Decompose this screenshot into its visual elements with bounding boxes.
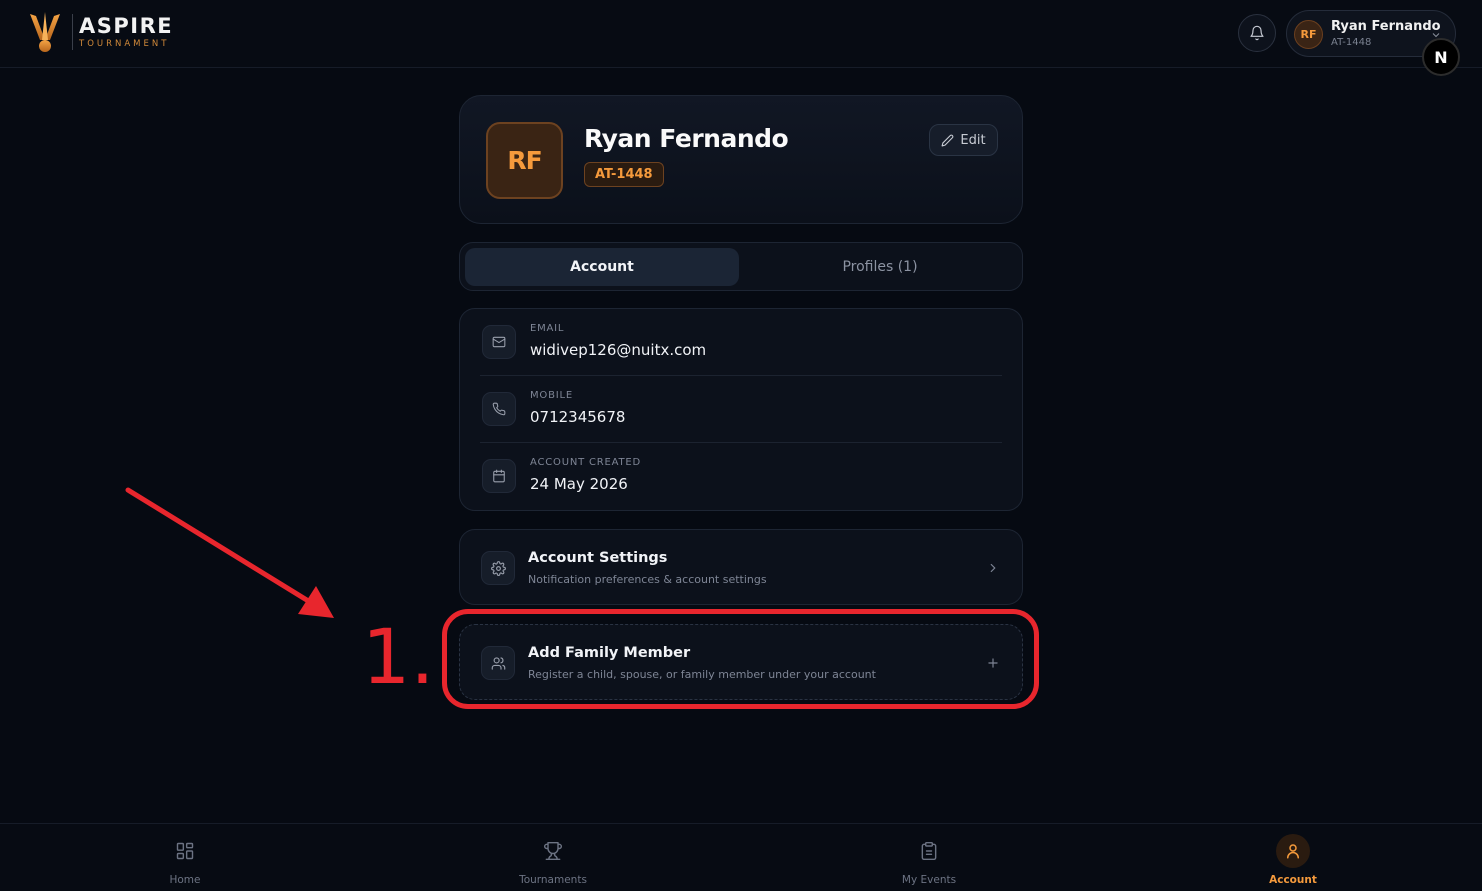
nav-account-label: Account <box>1269 874 1317 886</box>
settings-subtitle: Notification preferences & account setti… <box>528 573 767 586</box>
nav-tournaments[interactable]: Tournaments <box>493 834 613 886</box>
top-bar: ASPIRE TOURNAMENT RF Ryan Fernando AT-14… <box>0 0 1482 76</box>
calendar-icon <box>482 459 516 493</box>
info-row-email: EMAIL widivep126@nuitx.com <box>480 309 1002 376</box>
bell-icon <box>1250 25 1264 41</box>
pencil-icon <box>941 134 954 146</box>
brand-title: ASPIRE <box>79 14 174 38</box>
edit-label: Edit <box>960 132 986 148</box>
user-name: Ryan Fernando <box>1331 19 1441 34</box>
edit-profile-button[interactable]: Edit <box>929 124 998 156</box>
annotation-arrow <box>125 487 334 618</box>
tab-account[interactable]: Account <box>465 248 739 286</box>
brand-logo[interactable]: ASPIRE TOURNAMENT <box>26 10 173 54</box>
profile-name: Ryan Fernando <box>584 124 789 153</box>
shuttlecock-logo-icon <box>30 12 60 52</box>
gear-icon <box>481 551 515 585</box>
user-icon <box>1276 834 1310 868</box>
nav-my-events-label: My Events <box>901 874 957 886</box>
email-value: widivep126@nuitx.com <box>530 341 707 359</box>
trophy-icon <box>536 834 570 868</box>
created-label: ACCOUNT CREATED <box>530 457 642 468</box>
info-row-created: ACCOUNT CREATED 24 May 2026 <box>480 443 1002 510</box>
mobile-label: MOBILE <box>530 390 573 401</box>
avatar: RF <box>1294 20 1323 49</box>
mobile-value: 0712345678 <box>530 408 626 426</box>
account-settings-row[interactable]: Account Settings Notification preference… <box>459 529 1023 605</box>
nav-account[interactable]: Account <box>1233 834 1353 886</box>
n-badge[interactable]: N <box>1422 38 1460 76</box>
bottom-nav: Home Tournaments My Events Account <box>0 823 1482 891</box>
nav-home-label: Home <box>169 874 201 886</box>
tab-profiles[interactable]: Profiles (1) <box>743 248 1017 286</box>
info-row-mobile: MOBILE 0712345678 <box>480 376 1002 443</box>
nav-tournaments-label: Tournaments <box>519 874 587 886</box>
grid-icon <box>168 834 202 868</box>
account-info-card: EMAIL widivep126@nuitx.com MOBILE 071234… <box>459 308 1023 511</box>
settings-title: Account Settings <box>528 550 668 566</box>
account-tabs: Account Profiles (1) <box>459 242 1023 291</box>
nav-my-events[interactable]: My Events <box>869 834 989 886</box>
clipboard-icon <box>912 834 946 868</box>
email-label: EMAIL <box>530 323 565 334</box>
member-id-badge: AT-1448 <box>584 162 664 187</box>
chevron-right-icon <box>990 563 996 573</box>
nav-home[interactable]: Home <box>125 834 245 886</box>
profile-card: RF Ryan Fernando AT-1448 Edit <box>459 95 1023 224</box>
user-id: AT-1448 <box>1331 37 1372 48</box>
brand-subtitle: TOURNAMENT <box>79 39 170 49</box>
annotation-step-number: 1. <box>362 612 435 701</box>
annotation-highlight-box <box>442 609 1039 709</box>
notifications-button[interactable] <box>1238 14 1276 52</box>
profile-avatar: RF <box>486 122 563 199</box>
created-value: 24 May 2026 <box>530 475 628 493</box>
phone-icon <box>482 392 516 426</box>
mail-icon <box>482 325 516 359</box>
